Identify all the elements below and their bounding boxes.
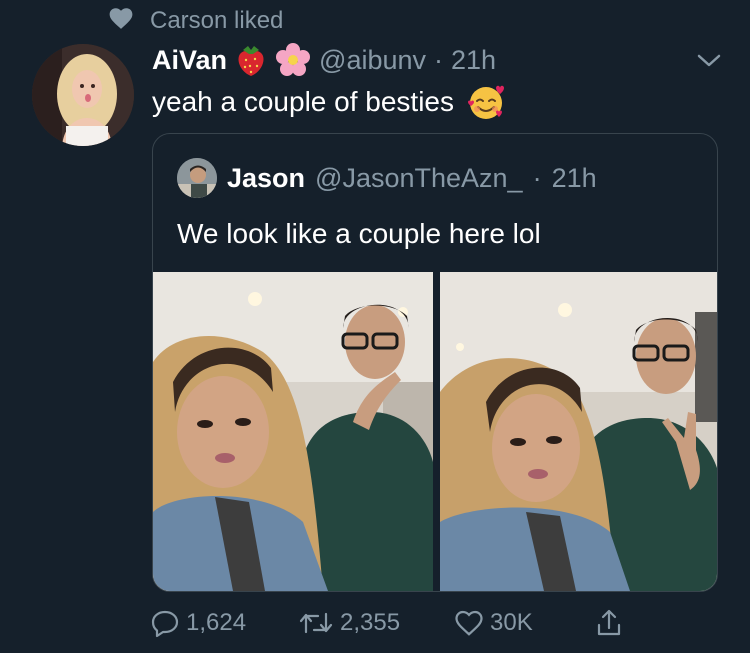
retweet-button[interactable]: 2,355 [298, 608, 454, 638]
chevron-down-icon[interactable] [694, 46, 724, 76]
header-separator: · [434, 44, 444, 75]
social-context: Carson liked [108, 6, 283, 36]
quoted-tweet-card[interactable]: Jason @JasonTheAzn_ · 21h We look like a… [152, 133, 718, 592]
cherry-blossom-icon [275, 42, 311, 78]
quote-photo-left[interactable] [153, 272, 433, 591]
quote-separator: · [532, 162, 542, 193]
like-count: 30K [490, 609, 533, 636]
tweet-header: AiVan @aibunv · 21h [152, 40, 496, 80]
like-button[interactable]: 30K [454, 609, 594, 637]
tweet-text: yeah a couple of besties [152, 82, 506, 122]
heart-icon [108, 6, 134, 37]
tweet-time[interactable]: 21h [451, 45, 496, 76]
strawberry-icon [235, 42, 267, 78]
quote-photo-right[interactable] [440, 272, 717, 591]
like-icon [454, 609, 484, 637]
author-avatar[interactable] [32, 44, 134, 146]
reply-button[interactable]: 1,624 [150, 608, 298, 638]
social-context-text: Carson liked [150, 7, 284, 34]
quote-author-avatar[interactable] [177, 158, 217, 198]
reply-icon [150, 608, 180, 638]
quote-time[interactable]: 21h [552, 163, 597, 194]
share-button[interactable] [594, 608, 624, 638]
reply-count: 1,624 [186, 609, 247, 636]
share-icon [594, 608, 624, 638]
author-handle[interactable]: @aibunv [319, 45, 426, 76]
tweet-text-content: yeah a couple of besties [152, 86, 454, 117]
retweet-count: 2,355 [340, 609, 401, 636]
quote-display-name[interactable]: Jason [227, 163, 305, 194]
smiling-face-with-hearts-icon [466, 82, 506, 122]
quote-handle[interactable]: @JasonTheAzn_ [315, 163, 523, 194]
retweet-icon [298, 608, 334, 638]
quote-text: We look like a couple here lol [177, 218, 541, 249]
quote-header: Jason @JasonTheAzn_ · 21h [177, 158, 597, 198]
author-display-name[interactable]: AiVan [152, 45, 227, 76]
tweet-action-bar: 1,624 2,355 30K [150, 606, 624, 640]
